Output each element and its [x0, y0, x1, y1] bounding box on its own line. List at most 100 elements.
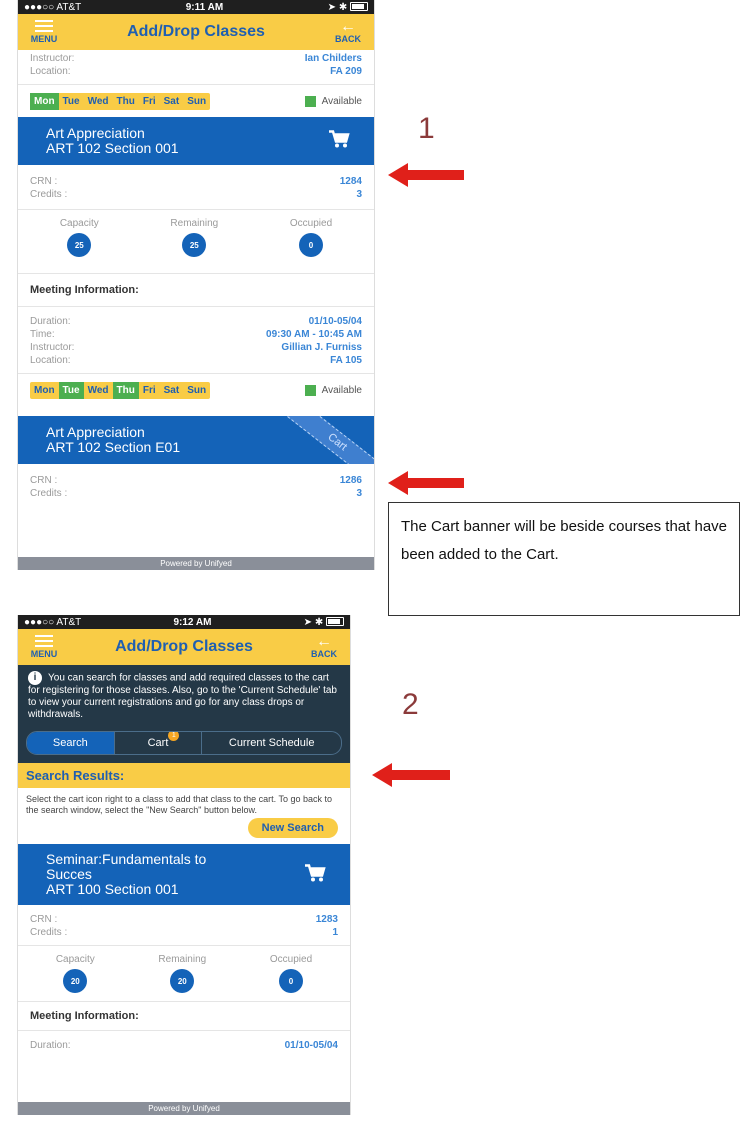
available-swatch [304, 95, 316, 107]
location-row: Location: FA 209 [18, 65, 374, 78]
crn-value: 1283 [315, 914, 338, 925]
occupied-label: Occupied [289, 218, 333, 229]
capacity-label: Capacity [59, 218, 99, 229]
credits-row: Credits : 3 [18, 487, 374, 500]
days-row: Mon Tue Wed Thu Fri Sat Sun Available [18, 374, 374, 406]
day-mon: Mon [30, 92, 59, 110]
course-section: ART 102 Section E01 [46, 439, 181, 455]
instructor-row: Instructor: Ian Childers [18, 52, 374, 65]
capacity-stat: Capacity 20 [56, 954, 95, 993]
tab-search[interactable]: Search [27, 732, 115, 754]
available-swatch [304, 384, 316, 396]
cart-icon[interactable] [328, 130, 350, 153]
crn-row: CRN : 1283 [18, 913, 350, 926]
cart-count-badge: 1 [168, 732, 180, 741]
menu-label: MENU [30, 34, 58, 44]
day-sun: Sun [187, 95, 207, 107]
red-arrow-cart [388, 471, 464, 495]
crn-key: CRN : [30, 475, 58, 486]
instructor-key: Instructor: [30, 53, 75, 64]
tab-search-label: Search [52, 737, 88, 749]
red-arrow-1 [388, 163, 464, 187]
course-header-art-102-001[interactable]: Art Appreciation ART 102 Section 001 [18, 117, 374, 165]
back-label: BACK [311, 649, 337, 659]
seat-stats: Capacity 20 Remaining 20 Occupied 0 [18, 946, 350, 1001]
available-label: Available [321, 384, 362, 396]
back-button[interactable]: ← BACK [304, 634, 344, 660]
course-header-art-100-001[interactable]: Seminar:Fundamentals to Succes ART 100 S… [18, 844, 350, 905]
info-icon: i [28, 671, 42, 685]
app-bar: MENU Add/Drop Classes ← BACK [18, 14, 374, 50]
capacity-stat: Capacity 25 [60, 218, 99, 257]
credits-value: 1 [332, 927, 338, 938]
occupied-stat: Occupied 0 [270, 954, 312, 993]
location-key: Location: [30, 66, 71, 77]
day-mon: Mon [34, 384, 55, 396]
remaining-label: Remaining [170, 218, 219, 229]
remaining-value: 20 [170, 969, 195, 993]
occupied-value: 0 [279, 969, 304, 993]
battery-icon: ➤ ✱ [328, 2, 368, 13]
credits-key: Credits : [30, 927, 68, 938]
duration-value: 01/10-05/04 [308, 316, 362, 327]
back-arrow-icon: ← [340, 18, 356, 35]
time-key: Time: [30, 329, 55, 340]
capacity-label: Capacity [55, 954, 95, 965]
menu-label: MENU [30, 649, 58, 659]
course-name: Seminar:Fundamentals to [46, 851, 207, 867]
tab-cart[interactable]: Cart 1 [115, 732, 203, 754]
screenshot-add-drop-2: ●●●○○ AT&T 9:12 AM ➤ ✱ MENU Add/Drop Cla… [17, 615, 351, 1115]
carrier-label: ●●●○○ AT&T [24, 616, 82, 628]
info-text: You can search for classes and add requi… [28, 672, 337, 720]
course-name-cont: Succes [46, 866, 92, 882]
status-bar: ●●●○○ AT&T 9:12 AM ➤ ✱ [18, 615, 350, 629]
crn-key: CRN : [30, 176, 58, 187]
tab-schedule-label: Current Schedule [228, 737, 315, 749]
menu-button[interactable]: MENU [24, 635, 64, 659]
meeting-info-heading: Meeting Information: [18, 1001, 350, 1031]
app-bar: MENU Add/Drop Classes ← BACK [18, 629, 350, 665]
cart-banner-callout: The Cart banner will be beside courses t… [388, 502, 740, 616]
clock: 9:12 AM [173, 616, 212, 628]
status-bar: ●●●○○ AT&T 9:11 AM ➤ ✱ [18, 0, 374, 14]
location-key: Location: [30, 355, 71, 366]
location-value: FA 105 [330, 355, 362, 366]
crn-value: 1286 [339, 475, 362, 486]
credits-key: Credits : [30, 488, 68, 499]
day-selector: Mon Tue Wed Thu Fri Sat Sun [30, 381, 211, 399]
day-fri: Fri [142, 95, 156, 107]
time-value: 09:30 AM - 10:45 AM [266, 329, 362, 340]
day-tue: Tue [62, 95, 80, 107]
page-title: Add/Drop Classes [115, 638, 253, 655]
day-wed: Wed [87, 384, 109, 396]
instructor-key: Instructor: [30, 342, 75, 353]
page-title: Add/Drop Classes [127, 23, 265, 40]
capacity-value: 20 [63, 969, 88, 993]
course-header-art-102-e01[interactable]: Art Appreciation ART 102 Section E01 Car… [18, 416, 374, 464]
available-legend: Available [304, 95, 362, 107]
duration-key: Duration: [30, 316, 71, 327]
battery-icon: ➤ ✱ [304, 617, 344, 628]
credits-row: Credits : 3 [18, 188, 374, 201]
footer: Powered by Unifyed [18, 1102, 350, 1115]
credits-value: 3 [356, 189, 362, 200]
tab-cart-label: Cart [147, 737, 169, 749]
back-button[interactable]: ← BACK [328, 18, 368, 45]
remaining-stat: Remaining 25 [170, 218, 218, 257]
course-section: ART 102 Section 001 [46, 140, 179, 156]
menu-button[interactable]: MENU [24, 20, 64, 44]
remaining-value: 25 [182, 233, 207, 257]
day-selector: Mon Tue Wed Thu Fri Sat Sun [30, 92, 211, 110]
day-sun: Sun [187, 384, 207, 396]
tab-current-schedule[interactable]: Current Schedule [202, 732, 341, 754]
cart-icon[interactable] [304, 863, 326, 886]
instructor-value: Ian Childers [304, 53, 362, 64]
remaining-stat: Remaining 20 [158, 954, 206, 993]
remaining-label: Remaining [158, 954, 207, 965]
red-arrow-2 [372, 763, 450, 787]
location-value: FA 209 [330, 66, 362, 77]
footer: Powered by Unifyed [18, 557, 374, 570]
crn-value: 1284 [339, 176, 362, 187]
new-search-button[interactable]: New Search [247, 818, 338, 838]
capacity-value: 25 [67, 233, 92, 257]
